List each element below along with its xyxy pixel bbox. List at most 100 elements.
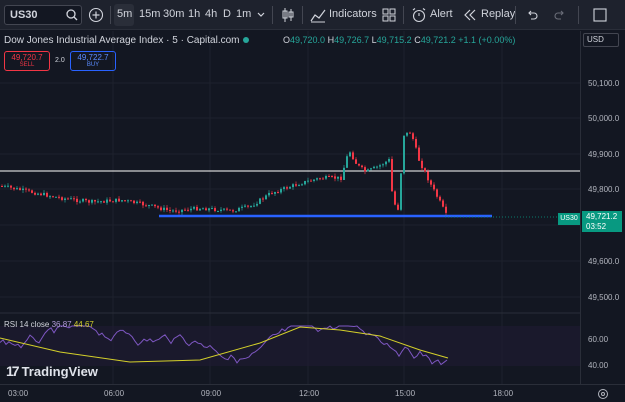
candle-body (391, 159, 393, 192)
candle-body (121, 200, 123, 202)
candle-body (439, 196, 441, 201)
candle-body (262, 198, 264, 200)
candle-body (181, 209, 183, 213)
candle-body (7, 185, 9, 187)
candle-body (445, 206, 447, 213)
candle-body (274, 192, 276, 194)
symbol-price-tag: US30 (558, 213, 580, 225)
candle-body (106, 199, 108, 203)
candle-body (178, 211, 180, 213)
candle-body (421, 160, 423, 169)
rsi-band (0, 326, 580, 366)
candle-body (205, 208, 207, 211)
candle-body (304, 180, 306, 185)
buy-label: BUY (86, 62, 100, 68)
sell-button[interactable]: 49,720.7 SELL (4, 51, 50, 71)
candle-body (25, 188, 27, 190)
candle-body (289, 187, 291, 189)
candle-body (406, 132, 408, 136)
candle-body (49, 196, 51, 198)
candle-body (427, 171, 429, 181)
candle-body (310, 180, 312, 182)
candle-body (28, 189, 30, 191)
candle-body (79, 201, 81, 203)
candle-body (10, 185, 12, 188)
candle-body (166, 207, 168, 210)
candle-body (145, 205, 147, 207)
candle-body (160, 207, 162, 211)
candle-body (184, 209, 186, 211)
settings-icon[interactable] (597, 388, 609, 400)
tradingview-logo[interactable]: 17 TradingView (6, 363, 98, 379)
rsi-legend[interactable]: RSI 14 close 36.87 44.67 (4, 320, 94, 329)
candle-body (124, 200, 126, 202)
candlestick-series (1, 131, 447, 216)
candle-body (268, 192, 270, 196)
candle-body (88, 200, 90, 203)
time-tick: 03:00 (8, 389, 29, 398)
chart-legend-title[interactable]: Dow Jones Industrial Average Index · 5 ·… (4, 35, 252, 46)
candle-body (157, 206, 159, 208)
candle-body (1, 186, 3, 187)
candle-body (208, 208, 210, 211)
candle-body (34, 192, 36, 195)
candle-body (334, 176, 336, 179)
spread-value: 2.0 (55, 57, 65, 64)
candle-body (286, 187, 288, 189)
candle-body (220, 209, 222, 212)
currency-selector[interactable]: USD (583, 33, 619, 47)
candle-body (355, 159, 357, 164)
candle-body (412, 133, 414, 139)
candle-body (67, 198, 69, 200)
candle-body (199, 208, 201, 211)
candle-body (103, 201, 105, 203)
candle-body (190, 208, 192, 211)
candle-body (118, 198, 120, 202)
candle-body (337, 176, 339, 179)
rsi-tick: 60.00 (588, 335, 609, 344)
candle-body (307, 180, 309, 182)
ohlc-change: +1.1 (+0.00%) (458, 35, 516, 45)
candle-body (109, 199, 111, 202)
candle-body (139, 201, 141, 203)
market-open-dot-icon (242, 37, 249, 43)
candle-body (316, 178, 318, 180)
candle-body (415, 138, 417, 148)
candle-body (16, 188, 18, 190)
price-tick: 49,600.0 (588, 257, 620, 266)
candle-body (244, 205, 246, 207)
candle-body (202, 208, 204, 210)
candle-body (40, 193, 42, 196)
candle-body (187, 209, 189, 211)
candle-body (277, 192, 279, 194)
candle-body (94, 199, 96, 202)
candle-body (346, 156, 348, 168)
candle-body (382, 164, 384, 166)
candle-body (343, 167, 345, 180)
candle-body (403, 135, 405, 174)
time-tick: 09:00 (201, 389, 222, 398)
candle-body (214, 208, 216, 212)
candle-body (292, 184, 294, 188)
candle-body (433, 184, 435, 190)
legend-title-text: Dow Jones Industrial Average Index · 5 ·… (4, 35, 240, 46)
candle-body (280, 189, 282, 193)
buy-button[interactable]: 49,722.7 BUY (70, 51, 116, 71)
rsi-ma-value: 44.67 (73, 320, 94, 329)
candle-body (418, 147, 420, 161)
sell-label: SELL (19, 62, 35, 68)
time-tick: 06:00 (104, 389, 125, 398)
candle-body (247, 205, 249, 207)
candle-body (385, 161, 387, 165)
rsi-label: RSI 14 close (4, 320, 50, 329)
candle-body (241, 206, 243, 208)
price-tick: 50,100.0 (588, 79, 620, 88)
candle-body (442, 200, 444, 207)
candle-body (19, 188, 21, 191)
candle-body (370, 168, 372, 170)
candle-body (61, 197, 63, 200)
candle-body (376, 166, 378, 168)
candle-body (175, 210, 177, 212)
candle-body (271, 192, 273, 194)
candle-body (130, 200, 132, 202)
